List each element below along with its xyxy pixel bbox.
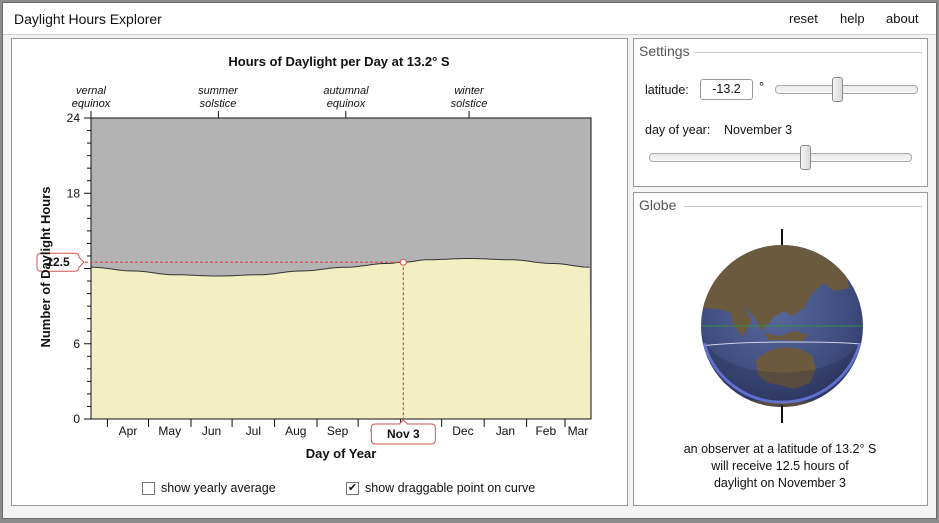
draggable-point-label: show draggable point on curve (365, 481, 536, 495)
title-bar: Daylight Hours Explorer reset help about (3, 3, 936, 35)
help-link[interactable]: help (840, 11, 865, 26)
latitude-input[interactable]: -13.2 (700, 79, 753, 100)
globe-divider (684, 206, 922, 207)
settings-divider (694, 52, 922, 53)
x-tick-label: Aug (285, 424, 306, 438)
globe-caption: an observer at a latitude of 13.2° S wil… (640, 441, 920, 492)
reset-link[interactable]: reset (789, 11, 818, 26)
event-label-summer: summer (198, 85, 239, 97)
x-tick-label: Jul (246, 424, 261, 438)
settings-title: Settings (639, 43, 694, 59)
globe-title: Globe (639, 197, 681, 213)
event-label-vernal: vernal (76, 85, 107, 97)
settings-panel: Settings latitude: -13.2 ° day of year: … (633, 38, 928, 187)
event-label-autumnal-2: equinox (327, 98, 366, 110)
app-title: Daylight Hours Explorer (14, 11, 162, 27)
x-tick-label: Mar (568, 424, 589, 438)
x-axis: AprMayJunJulAugSepOctNovDecJanFebMar (106, 419, 589, 438)
globe-view[interactable] (634, 213, 927, 453)
event-label-winter-2: solstice (451, 98, 488, 110)
latitude-slider-thumb[interactable] (831, 77, 843, 102)
draggable-point-checkbox[interactable]: ✔ (346, 482, 359, 495)
day-of-year-value: November 3 (724, 123, 793, 137)
x-tick-label: Feb (535, 424, 556, 438)
y-tick-label: 6 (73, 337, 80, 351)
y-tick-label: 24 (67, 111, 81, 125)
event-label-winter: winter (454, 85, 485, 97)
about-link[interactable]: about (886, 11, 919, 26)
latitude-label: latitude: (645, 83, 689, 97)
x-tick-label: May (158, 424, 181, 438)
daylight-chart: Hours of Daylight per Day at 13.2° S ver… (36, 54, 592, 461)
event-labels: vernal equinox summer solstice autumnal … (72, 85, 488, 110)
degree-unit: ° (759, 80, 764, 94)
event-label-summer-2: solstice (200, 98, 237, 110)
caption-line-2: will receive 12.5 hours of (711, 459, 849, 473)
yearly-average-checkbox[interactable] (142, 482, 155, 495)
daylight-area (91, 258, 591, 419)
date-badge[interactable]: Nov 3 (370, 419, 436, 445)
x-tick-label: Apr (119, 424, 138, 438)
latitude-slider-track[interactable] (775, 85, 918, 94)
chart-title: Hours of Daylight per Day at 13.2° S (228, 54, 450, 69)
y-tick-label: 18 (67, 186, 81, 200)
draggable-point[interactable] (399, 258, 407, 266)
x-tick-label: Sep (327, 424, 349, 438)
y-axis-label: Number of Daylight Hours (38, 186, 53, 347)
day-of-year-label: day of year: (645, 123, 711, 137)
y-tick-label: 0 (73, 412, 80, 426)
day-slider-thumb[interactable] (800, 145, 812, 170)
caption-line-1: an observer at a latitude of 13.2° S (683, 442, 877, 456)
x-axis-label: Day of Year (306, 446, 377, 461)
x-tick-label: Dec (452, 424, 473, 438)
chart-panel: Hours of Daylight per Day at 13.2° S ver… (11, 38, 628, 506)
x-tick-label: Jan (496, 424, 515, 438)
yearly-average-label: show yearly average (161, 481, 276, 495)
date-badge-text: Nov 3 (387, 427, 420, 441)
caption-line-3: daylight on November 3 (713, 476, 847, 490)
check-mark-icon: ✔ (347, 482, 358, 494)
x-tick-label: Jun (202, 424, 221, 438)
event-label-autumnal: autumnal (323, 85, 369, 97)
event-ticks (90, 111, 470, 118)
day-slider-track[interactable] (649, 153, 912, 162)
event-label-vernal-2: equinox (72, 98, 111, 110)
